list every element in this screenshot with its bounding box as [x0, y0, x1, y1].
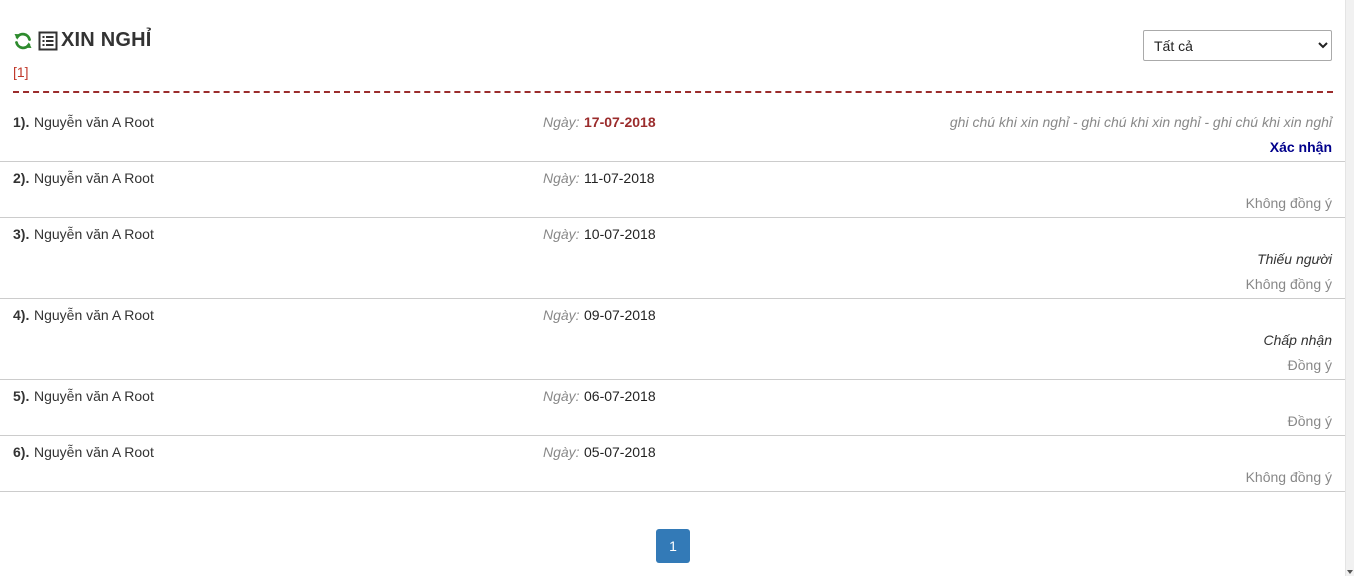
leave-date: 11-07-2018 [584, 170, 655, 186]
status-text: Không đồng ý [1245, 469, 1332, 485]
refresh-icon[interactable] [13, 31, 33, 51]
employee-name: Nguyễn văn A Root [34, 307, 154, 323]
employee-name: Nguyễn văn A Root [34, 226, 154, 242]
status-text: Đồng ý [1287, 357, 1332, 373]
employee-name: Nguyễn văn A Root [34, 444, 154, 460]
date-label: Ngày: [543, 307, 580, 323]
status-text: Không đồng ý [1245, 195, 1332, 211]
status-filter-select[interactable]: Tất cả [1143, 30, 1332, 61]
employee-name: Nguyễn văn A Root [34, 170, 154, 186]
date-label: Ngày: [543, 114, 580, 130]
date-label: Ngày: [543, 170, 580, 186]
list-item: 4). Nguyễn văn A Root Ngày: 09-07-2018 C… [0, 299, 1346, 380]
scroll-down-arrow-icon[interactable] [1347, 570, 1353, 574]
list-item: 2). Nguyễn văn A Root Ngày: 11-07-2018 K… [0, 162, 1346, 218]
leave-date: 09-07-2018 [584, 307, 656, 323]
row-number: 6). [13, 444, 30, 460]
leave-date: 17-07-2018 [584, 114, 656, 130]
confirm-link[interactable]: Xác nhận [1270, 139, 1332, 155]
list-item: 5). Nguyễn văn A Root Ngày: 06-07-2018 Đ… [0, 380, 1346, 436]
date-label: Ngày: [543, 444, 580, 460]
page-header: XIN NGHỈ Tất cả [13, 26, 1333, 66]
dashed-divider [13, 91, 1333, 93]
response-reason: Thiếu người [1257, 251, 1332, 267]
row-number: 5). [13, 388, 30, 404]
leave-date: 05-07-2018 [584, 444, 656, 460]
leave-date: 10-07-2018 [584, 226, 656, 242]
list-item: 6). Nguyễn văn A Root Ngày: 05-07-2018 K… [0, 436, 1346, 492]
leave-date: 06-07-2018 [584, 388, 656, 404]
row-number: 1). [13, 114, 30, 130]
leave-requests-page: XIN NGHỈ Tất cả [1] 1). Nguyễn văn A Roo… [0, 0, 1346, 576]
date-label: Ngày: [543, 388, 580, 404]
status-text: Đồng ý [1287, 413, 1332, 429]
vertical-scrollbar[interactable] [1345, 0, 1354, 576]
leave-note: ghi chú khi xin nghỉ - ghi chú khi xin n… [949, 114, 1332, 130]
row-number: 2). [13, 170, 30, 186]
list-item: 1). Nguyễn văn A Root Ngày: 17-07-2018 g… [0, 106, 1346, 162]
row-number: 4). [13, 307, 30, 323]
page-title: XIN NGHỈ [61, 29, 152, 51]
response-reason: Chấp nhận [1263, 332, 1332, 348]
employee-name: Nguyễn văn A Root [34, 388, 154, 404]
page-count: [1] [13, 64, 29, 80]
leave-request-list: 1). Nguyễn văn A Root Ngày: 17-07-2018 g… [0, 106, 1346, 492]
date-label: Ngày: [543, 226, 580, 242]
employee-name: Nguyễn văn A Root [34, 114, 154, 130]
status-text: Không đồng ý [1245, 276, 1332, 292]
list-icon [38, 31, 58, 50]
list-item: 3). Nguyễn văn A Root Ngày: 10-07-2018 T… [0, 218, 1346, 299]
title-group: XIN NGHỈ [13, 29, 152, 52]
pagination-page-button[interactable]: 1 [656, 529, 690, 563]
row-number: 3). [13, 226, 30, 242]
